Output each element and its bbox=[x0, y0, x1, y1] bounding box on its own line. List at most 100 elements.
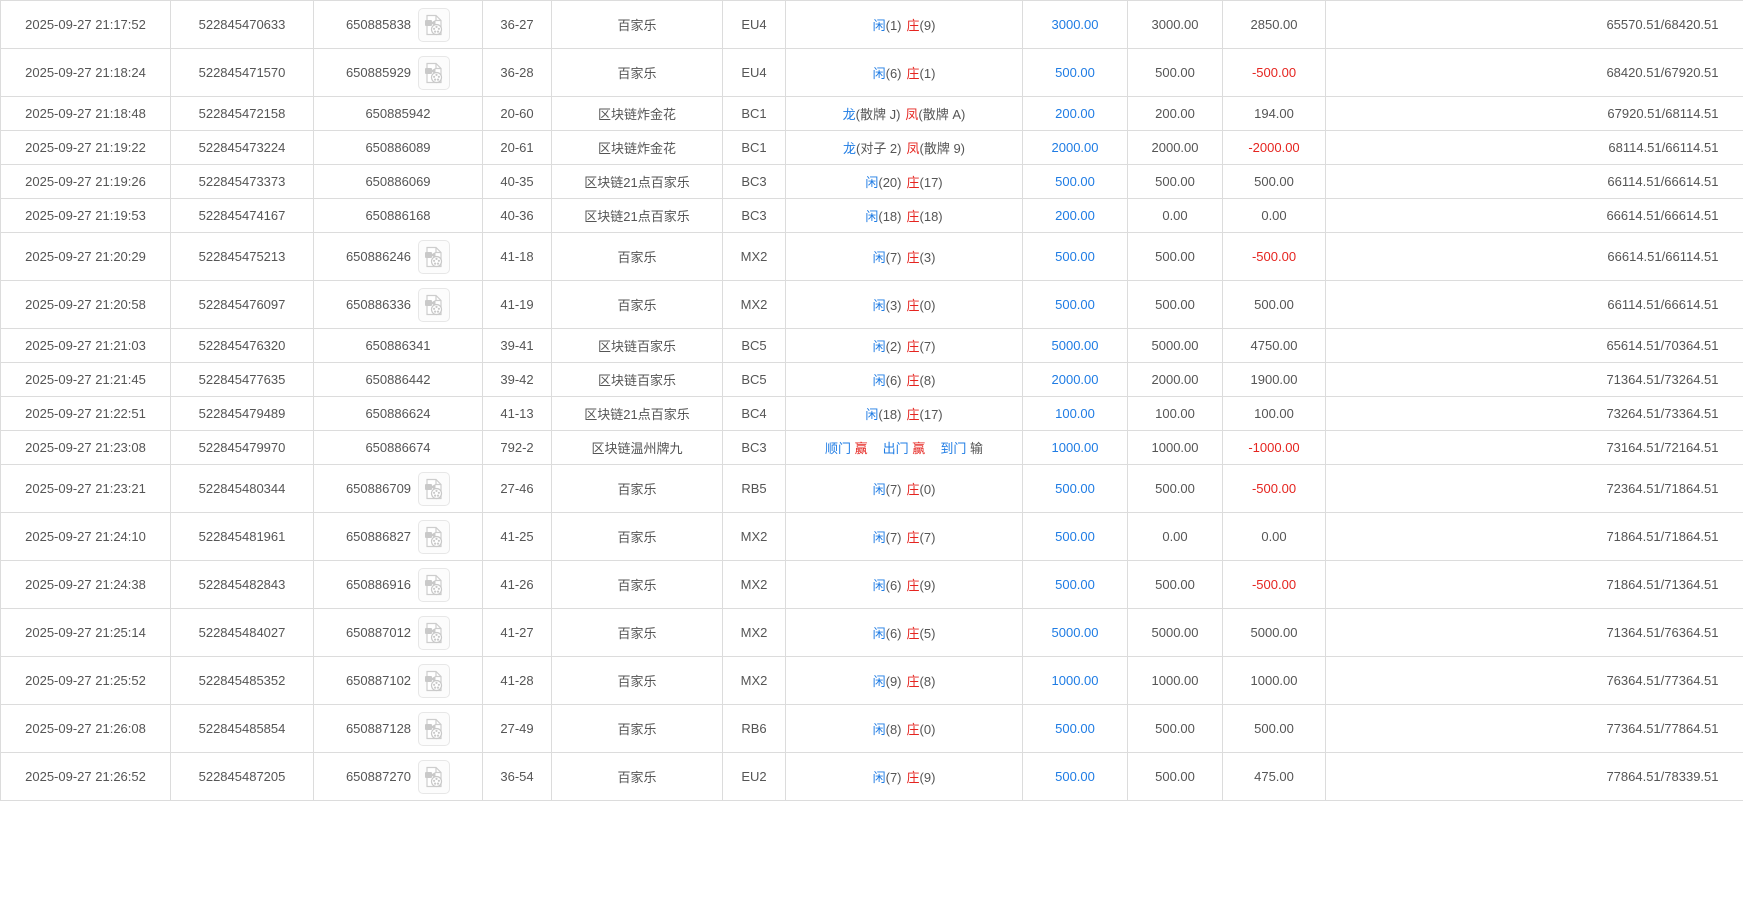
round-id-text: 650887128 bbox=[345, 721, 412, 736]
cell-game-result: 闲(1) 庄(9) bbox=[785, 0, 1023, 49]
video-file-icon[interactable] bbox=[418, 711, 451, 746]
result-segment: (9) bbox=[885, 674, 902, 689]
video-file-icon[interactable] bbox=[418, 759, 451, 794]
result-segment: 闲 bbox=[872, 250, 886, 265]
cell-game-name: 区块链炸金花 bbox=[551, 130, 723, 165]
cell-round-id: 650887102 bbox=[313, 656, 483, 705]
cell-bet-time: 2025-09-27 21:20:29 bbox=[0, 232, 171, 281]
video-file-icon[interactable] bbox=[418, 567, 451, 602]
video-file-icon[interactable] bbox=[418, 287, 451, 322]
cell-valid-amount: 500.00 bbox=[1127, 164, 1223, 199]
cell-game-name: 百家乐 bbox=[551, 48, 723, 97]
result-segment: (7) bbox=[919, 339, 936, 354]
cell-bet-amount: 1000.00 bbox=[1022, 656, 1128, 705]
result-group: 闲(1) bbox=[873, 18, 902, 33]
cell-game-result: 闲(3) 庄(0) bbox=[785, 280, 1023, 329]
cell-win-loss: 194.00 bbox=[1222, 96, 1326, 131]
cell-bet-id: 522845485854 bbox=[170, 704, 314, 753]
table-row: 2025-09-27 21:26:08 522845485854 6508871… bbox=[0, 704, 1743, 753]
cell-game-result: 闲(7) 庄(9) bbox=[785, 752, 1023, 801]
result-segment: (7) bbox=[919, 530, 936, 545]
cell-valid-amount: 0.00 bbox=[1127, 512, 1223, 561]
cell-table-code: BC1 bbox=[722, 130, 786, 165]
result-group: 闲(7) bbox=[873, 482, 902, 497]
round-id-text: 650886442 bbox=[365, 372, 431, 387]
video-file-icon[interactable] bbox=[418, 519, 451, 554]
result-segment: 闲 bbox=[872, 18, 886, 33]
result-segment: 闲 bbox=[872, 298, 886, 313]
result-group: 闲(6) bbox=[873, 578, 902, 593]
round-id-text: 650885942 bbox=[365, 106, 431, 121]
cell-win-loss: 1900.00 bbox=[1222, 362, 1326, 397]
cell-game-result: 闲(8) 庄(0) bbox=[785, 704, 1023, 753]
cell-bet-amount: 500.00 bbox=[1022, 164, 1128, 199]
cell-game-name: 区块链21点百家乐 bbox=[551, 164, 723, 199]
cell-bet-id: 522845473373 bbox=[170, 164, 314, 199]
result-segment: 庄 bbox=[906, 626, 920, 641]
result-group: 到门 输 bbox=[940, 441, 983, 456]
result-segment: (18) bbox=[878, 209, 902, 224]
video-file-icon[interactable] bbox=[418, 471, 451, 506]
cell-round-id: 650886916 bbox=[313, 560, 483, 609]
cell-round-id: 650885838 bbox=[313, 0, 483, 49]
cell-table-code: BC5 bbox=[722, 328, 786, 363]
cell-table-code: BC4 bbox=[722, 396, 786, 431]
result-segment: 庄 bbox=[906, 339, 920, 354]
result-segment: (7) bbox=[885, 482, 902, 497]
cell-valid-amount: 500.00 bbox=[1127, 48, 1223, 97]
video-file-icon[interactable] bbox=[418, 239, 451, 274]
video-file-icon[interactable] bbox=[418, 55, 451, 90]
cell-table-code: RB6 bbox=[722, 704, 786, 753]
cell-game-name: 百家乐 bbox=[551, 656, 723, 705]
cell-bet-time: 2025-09-27 21:24:10 bbox=[0, 512, 171, 561]
round-id-text: 650886246 bbox=[345, 249, 412, 264]
video-file-icon[interactable] bbox=[418, 615, 451, 650]
cell-bet-amount: 3000.00 bbox=[1022, 0, 1128, 49]
table-row: 2025-09-27 21:19:22 522845473224 6508860… bbox=[0, 130, 1743, 165]
cell-game-name: 区块链炸金花 bbox=[551, 96, 723, 131]
cell-win-loss: -2000.00 bbox=[1222, 130, 1326, 165]
cell-balance: 66614.51/66614.51 bbox=[1325, 198, 1743, 233]
result-segment: 闲 bbox=[872, 530, 886, 545]
cell-balance: 65570.51/68420.51 bbox=[1325, 0, 1743, 49]
cell-balance: 77864.51/78339.51 bbox=[1325, 752, 1743, 801]
cell-game-result: 闲(6) 庄(9) bbox=[785, 560, 1023, 609]
video-file-icon[interactable] bbox=[418, 663, 451, 698]
result-segment: 赢 bbox=[851, 441, 868, 456]
cell-win-loss: 500.00 bbox=[1222, 164, 1326, 199]
result-segment: (18) bbox=[919, 209, 943, 224]
cell-bet-time: 2025-09-27 21:21:45 bbox=[0, 362, 171, 397]
cell-win-loss: 500.00 bbox=[1222, 280, 1326, 329]
cell-game-name: 百家乐 bbox=[551, 512, 723, 561]
cell-round-number: 20-61 bbox=[482, 130, 552, 165]
result-segment: 闲 bbox=[865, 407, 879, 422]
result-segment: 庄 bbox=[906, 482, 920, 497]
cell-round-id: 650886674 bbox=[313, 430, 483, 465]
round-id-text: 650886916 bbox=[345, 577, 412, 592]
cell-valid-amount: 200.00 bbox=[1127, 96, 1223, 131]
result-group: 闲(7) bbox=[873, 530, 902, 545]
result-segment: 庄 bbox=[906, 407, 920, 422]
result-group: 闲(6) bbox=[873, 66, 902, 81]
result-group: 凤(散牌 A) bbox=[905, 107, 965, 122]
cell-bet-time: 2025-09-27 21:26:52 bbox=[0, 752, 171, 801]
cell-table-code: BC3 bbox=[722, 198, 786, 233]
cell-balance: 71864.51/71864.51 bbox=[1325, 512, 1743, 561]
cell-round-number: 792-2 bbox=[482, 430, 552, 465]
video-file-icon[interactable] bbox=[418, 7, 451, 42]
result-group: 庄(1) bbox=[907, 66, 936, 81]
cell-round-id: 650886246 bbox=[313, 232, 483, 281]
cell-bet-id: 522845476097 bbox=[170, 280, 314, 329]
result-group: 闲(9) bbox=[873, 674, 902, 689]
result-group: 庄(0) bbox=[907, 298, 936, 313]
cell-balance: 77364.51/77864.51 bbox=[1325, 704, 1743, 753]
cell-table-code: BC3 bbox=[722, 430, 786, 465]
cell-bet-id: 522845479970 bbox=[170, 430, 314, 465]
cell-game-name: 百家乐 bbox=[551, 280, 723, 329]
result-segment: 到门 bbox=[940, 441, 967, 456]
table-row: 2025-09-27 21:24:38 522845482843 6508869… bbox=[0, 560, 1743, 609]
cell-valid-amount: 500.00 bbox=[1127, 464, 1223, 513]
cell-valid-amount: 0.00 bbox=[1127, 198, 1223, 233]
cell-game-name: 百家乐 bbox=[551, 608, 723, 657]
table-row: 2025-09-27 21:20:58 522845476097 6508863… bbox=[0, 280, 1743, 329]
